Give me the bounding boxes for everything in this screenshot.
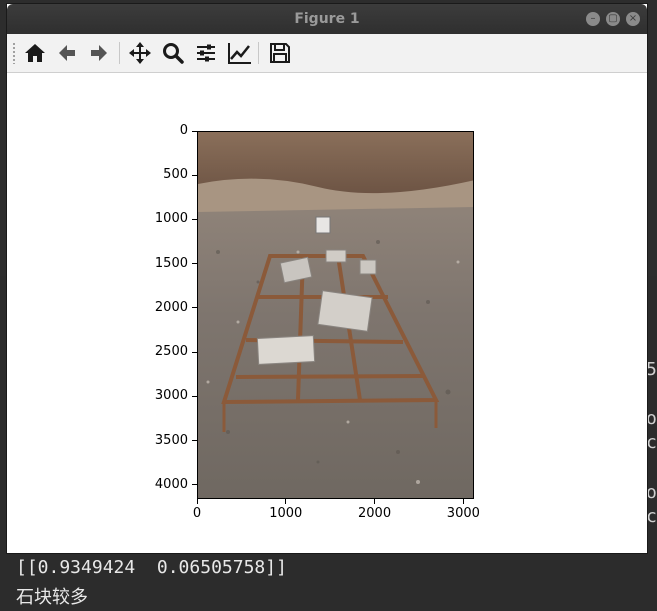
y-tick-label: 2500 bbox=[154, 344, 188, 360]
back-arrow-icon bbox=[59, 45, 75, 61]
y-tick-label: 3000 bbox=[154, 388, 188, 404]
y-tick-mark bbox=[192, 130, 197, 132]
configure-subplots-icon bbox=[197, 44, 215, 62]
forward-arrow-icon bbox=[91, 45, 107, 61]
maximize-button[interactable]: ▢ bbox=[606, 12, 620, 26]
terminal-output-label: 石块较多 bbox=[16, 587, 88, 608]
toolbar-separator bbox=[258, 42, 259, 64]
y-tick-label: 0 bbox=[179, 123, 188, 138]
forward-button[interactable] bbox=[85, 40, 113, 66]
y-tick-mark bbox=[192, 395, 197, 397]
figure-canvas[interactable]: 0 500 1000 1500 2000 2500 3000 3500 4000 0 1000 200… bbox=[7, 73, 647, 553]
y-tick-mark bbox=[192, 218, 197, 220]
pan-move-icon bbox=[129, 42, 151, 64]
x-tick-label: 1000 bbox=[269, 506, 303, 521]
terminal-partial-text: o bbox=[646, 482, 657, 503]
terminal-partial-text: c bbox=[646, 506, 657, 527]
y-tick-label: 3500 bbox=[154, 432, 188, 448]
configure-subplots-button[interactable] bbox=[192, 40, 220, 66]
x-tick-mark bbox=[285, 499, 287, 504]
y-tick-mark bbox=[192, 440, 197, 442]
y-tick-label: 1000 bbox=[154, 211, 188, 227]
matplotlib-toolbar bbox=[7, 34, 647, 73]
toolbar-grip[interactable] bbox=[12, 42, 16, 64]
y-tick-mark bbox=[192, 307, 197, 309]
window-titlebar[interactable]: Figure 1 – ▢ × bbox=[7, 4, 647, 34]
y-tick-mark bbox=[192, 484, 197, 486]
minimize-button[interactable]: – bbox=[586, 12, 600, 26]
x-tick-label: 2000 bbox=[358, 506, 392, 521]
save-disk-icon bbox=[270, 43, 290, 63]
rubble-site-photo bbox=[198, 132, 473, 498]
image-plot bbox=[197, 131, 474, 499]
toolbar-separator bbox=[119, 42, 120, 64]
x-tick-label: 3000 bbox=[446, 506, 480, 521]
x-tick-mark bbox=[462, 499, 464, 504]
figure-window: Figure 1 – ▢ × 0 500 1000 1500 2000 2500… bbox=[7, 4, 647, 553]
y-tick-label: 500 bbox=[163, 167, 188, 183]
terminal-partial-text: 50 bbox=[646, 359, 657, 380]
save-button[interactable] bbox=[266, 40, 294, 66]
y-tick-label: 2000 bbox=[154, 299, 188, 315]
y-tick-label: 1500 bbox=[154, 255, 188, 271]
terminal-output-probabilities: [[0.9349424 0.06505758]] bbox=[16, 557, 287, 578]
edit-axis-icon bbox=[228, 43, 251, 64]
pan-button[interactable] bbox=[126, 40, 154, 66]
close-button[interactable]: × bbox=[626, 12, 640, 26]
zoom-magnifier-icon bbox=[163, 43, 184, 64]
x-tick-mark bbox=[196, 499, 198, 504]
x-tick-mark bbox=[374, 499, 376, 504]
back-button[interactable] bbox=[53, 40, 81, 66]
y-tick-mark bbox=[192, 174, 197, 176]
edit-axis-button[interactable] bbox=[225, 40, 253, 66]
home-icon bbox=[25, 44, 45, 62]
terminal-partial-text: c bbox=[646, 432, 657, 453]
home-button[interactable] bbox=[21, 40, 49, 66]
zoom-button[interactable] bbox=[159, 40, 187, 66]
y-tick-mark bbox=[192, 263, 197, 265]
x-tick-label: 0 bbox=[192, 506, 202, 521]
y-tick-mark bbox=[192, 351, 197, 353]
terminal-partial-text: o bbox=[646, 408, 657, 429]
y-tick-label: 4000 bbox=[154, 476, 188, 492]
window-title: Figure 1 bbox=[294, 11, 360, 27]
